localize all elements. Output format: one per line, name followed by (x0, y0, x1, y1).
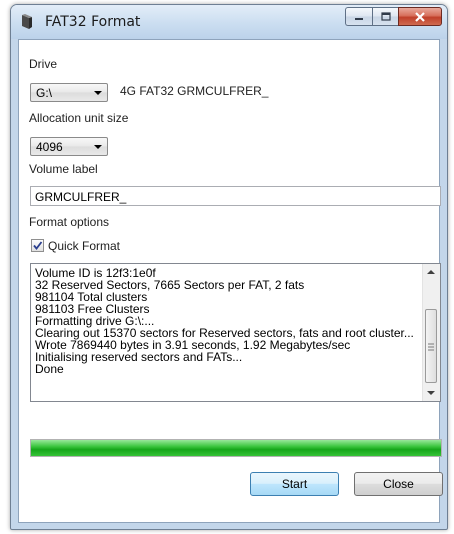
maximize-button[interactable] (372, 7, 398, 26)
format-options-label: Format options (29, 215, 110, 229)
chevron-down-icon (94, 91, 102, 95)
minimize-icon (355, 17, 363, 20)
chevron-down-icon (94, 145, 102, 149)
maximize-icon (380, 12, 391, 21)
volume-label-value: GRMCULFRER_ (35, 190, 127, 204)
checkmark-icon (33, 241, 43, 250)
log-line: Done (35, 362, 64, 376)
allocation-unit-label: Allocation unit size (29, 111, 129, 125)
start-button[interactable]: Start (250, 472, 339, 496)
drive-label: Drive (29, 57, 58, 71)
dialog-client-area: Drive G:\ 4G FAT32 GRMCULFRER_ Allocatio… (18, 39, 443, 523)
app-icon (22, 14, 32, 29)
progress-bar (30, 439, 442, 457)
allocation-unit-select[interactable]: 4096 (30, 137, 108, 156)
status-log[interactable]: Volume ID is 12f3:1e0f 32 Reserved Secto… (30, 263, 441, 402)
format-dialog-window: FAT32 Format Drive G:\ 4G FAT32 GRMCULFR… (10, 4, 448, 530)
close-icon (415, 11, 425, 22)
quick-format-label[interactable]: Quick Format (48, 239, 120, 253)
title-bar[interactable]: FAT32 Format (11, 5, 447, 39)
caption-buttons (345, 7, 442, 27)
scroll-down-arrow-icon[interactable] (427, 391, 435, 395)
drive-description: 4G FAT32 GRMCULFRER_ (120, 84, 269, 98)
quick-format-checkbox[interactable] (31, 239, 44, 252)
grip-icon (428, 343, 434, 351)
allocation-unit-value: 4096 (36, 140, 63, 154)
log-scrollbar[interactable] (422, 264, 440, 401)
drive-select-value: G:\ (36, 86, 53, 100)
scroll-up-arrow-icon[interactable] (427, 270, 435, 274)
close-window-button[interactable] (398, 7, 442, 26)
volume-label-caption: Volume label (29, 162, 98, 176)
window-title: FAT32 Format (45, 14, 141, 30)
volume-label-input[interactable]: GRMCULFRER_ (30, 186, 441, 206)
scrollbar-thumb[interactable] (425, 309, 437, 383)
close-button[interactable]: Close (354, 472, 443, 496)
log-line: Initialising reserved sectors and FATs..… (35, 350, 243, 364)
progress-fill (31, 440, 441, 456)
log-lines: Volume ID is 12f3:1e0f 32 Reserved Secto… (35, 267, 420, 375)
drive-select[interactable]: G:\ (30, 83, 108, 102)
minimize-button[interactable] (345, 7, 372, 26)
